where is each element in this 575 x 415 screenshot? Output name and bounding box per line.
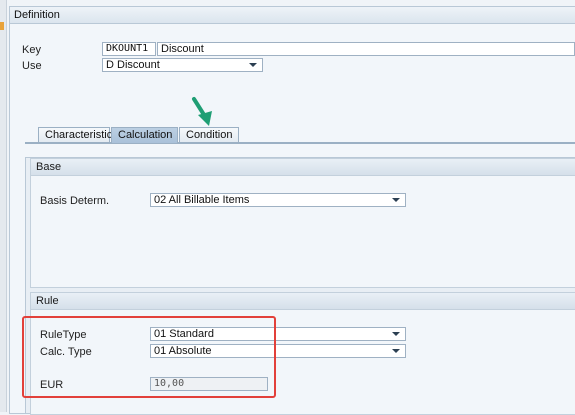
pointer-arrow-icon [192,97,212,126]
left-scroll-strip [0,0,7,412]
use-dropdown[interactable]: D Discount [102,58,263,72]
basis-determ-label: Basis Determ. [40,195,110,207]
tab-label: Characteristics [45,129,118,141]
base-title: Base [36,161,62,173]
highlight-box [22,316,276,398]
dropdown-arrow-icon [392,332,400,336]
dropdown-arrow-icon [392,349,400,353]
use-label: Use [22,60,42,72]
tab-label: Condition [186,129,233,141]
rule-title: Rule [36,295,59,307]
base-group: Base [30,158,575,288]
basis-determ-dropdown[interactable]: 02 All Billable Items [150,193,406,207]
key-code-text: DKOUNT1 [106,43,149,54]
tab-calculation[interactable]: Calculation [111,127,178,143]
basis-determ-value: 02 All Billable Items [154,194,250,206]
key-name-text: Discount [161,43,204,55]
tab-condition[interactable]: Condition [179,127,239,143]
definition-header: Definition [10,7,575,24]
use-value: D Discount [106,59,160,71]
tab-characteristics[interactable]: Characteristics [38,127,118,143]
rule-group-header: Rule [31,293,575,310]
key-label: Key [22,44,41,56]
dropdown-arrow-icon [392,198,400,202]
tab-strip-line [25,142,575,144]
tab-label: Calculation [118,129,173,141]
dropdown-arrow-icon [249,63,257,67]
left-marker [0,22,4,30]
key-name-field[interactable]: Discount [157,42,575,56]
section-title: Definition [14,9,60,21]
key-code-field[interactable]: DKOUNT1 [102,42,156,56]
base-group-header: Base [31,159,575,176]
